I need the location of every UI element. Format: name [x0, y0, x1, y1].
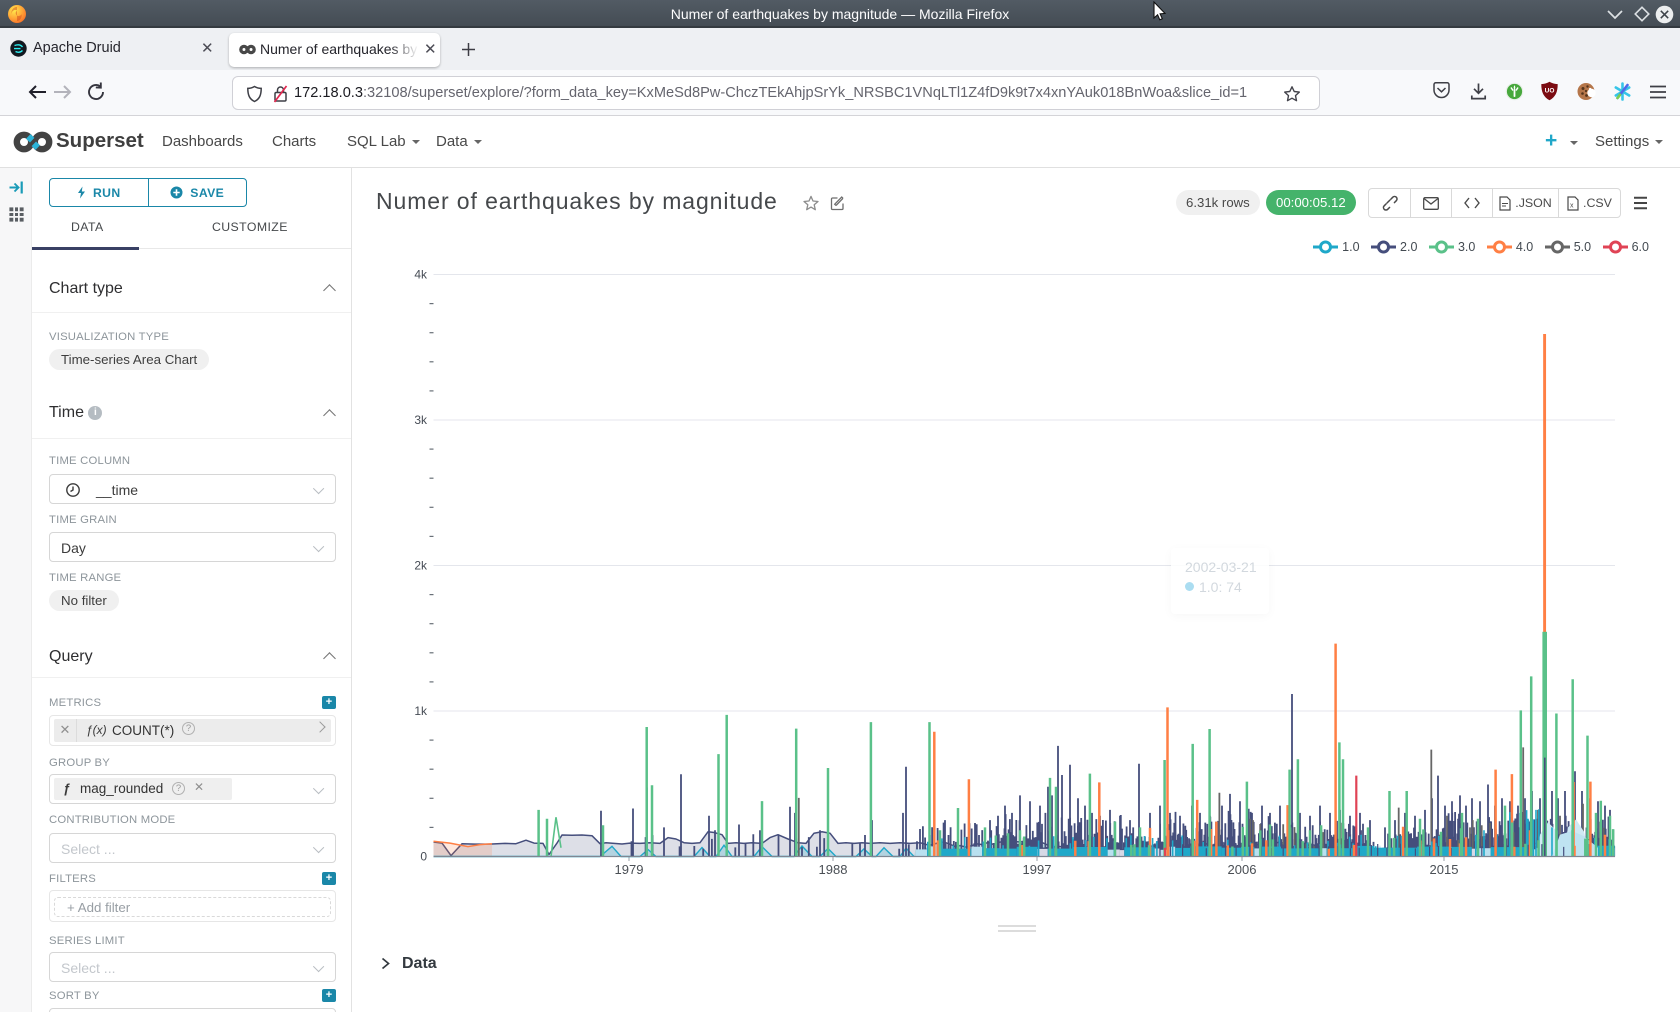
svg-text:1k: 1k: [414, 704, 428, 718]
svg-text:0: 0: [420, 850, 427, 864]
svg-text:1979: 1979: [615, 862, 644, 877]
svg-text:1988: 1988: [819, 862, 848, 877]
svg-text:2015: 2015: [1430, 862, 1459, 877]
svg-text:3k: 3k: [414, 413, 428, 427]
svg-text:1997: 1997: [1023, 862, 1052, 877]
svg-text:UO: UO: [1545, 88, 1555, 95]
svg-text:2006: 2006: [1228, 862, 1257, 877]
svg-text:4k: 4k: [414, 268, 428, 282]
svg-text:2k: 2k: [414, 559, 428, 573]
